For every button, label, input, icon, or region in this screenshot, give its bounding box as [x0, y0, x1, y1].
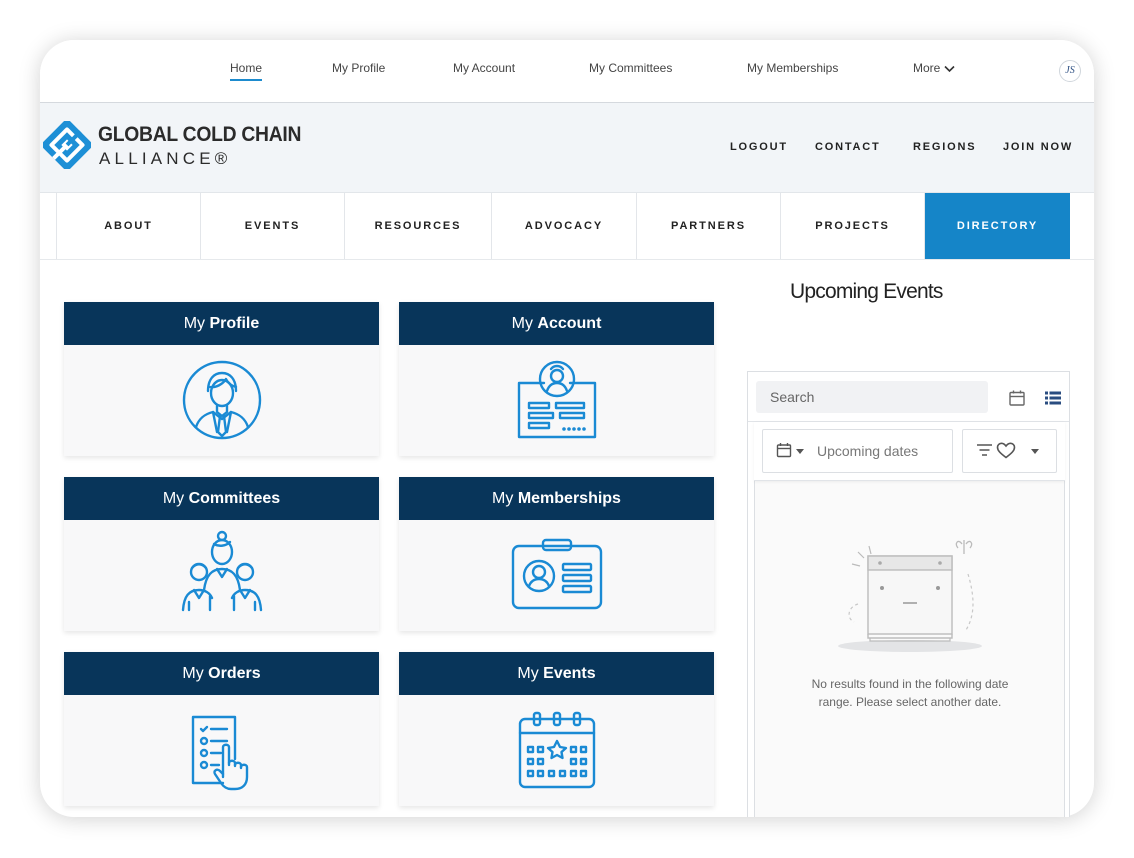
top-nav-my-profile[interactable]: My Profile	[332, 61, 385, 75]
tab-events[interactable]: EVENTS	[201, 193, 345, 259]
upcoming-dates-filter[interactable]: Upcoming dates	[762, 429, 953, 473]
membership-badge-icon	[511, 538, 602, 610]
card-title: Committees	[188, 490, 281, 507]
card-header: My Memberships	[399, 477, 714, 520]
tab-directory[interactable]: DIRECTORY	[925, 193, 1070, 259]
header-link-logout[interactable]: LOGOUT	[730, 141, 788, 153]
card-title: Profile	[209, 315, 260, 332]
events-search[interactable]	[756, 381, 988, 413]
card-prefix: My	[182, 665, 204, 682]
top-nav-more-label: More	[913, 61, 941, 75]
tab-projects[interactable]: PROJECTS	[781, 193, 925, 259]
top-nav: Home My Profile My Account My Committees…	[40, 40, 1094, 103]
filter-icon	[977, 444, 992, 456]
upcoming-dates-label: Upcoming dates	[817, 443, 919, 459]
tab-advocacy[interactable]: ADVOCACY	[492, 193, 637, 259]
header-link-contact[interactable]: CONTACT	[815, 141, 881, 153]
list-view-icon[interactable]	[1045, 391, 1061, 405]
card-title: Events	[543, 665, 596, 682]
committee-group-icon	[181, 530, 262, 612]
site-header: GLOBAL COLD CHAIN ALLIANCE® LOGOUT CONTA…	[40, 103, 1094, 193]
tab-resources[interactable]: RESOURCES	[345, 193, 492, 259]
calendar-view-icon[interactable]	[1008, 389, 1026, 407]
no-results-message: No results found in the following date r…	[811, 677, 1009, 709]
top-nav-my-account[interactable]: My Account	[453, 61, 515, 75]
heart-icon	[996, 442, 1016, 459]
card-header: My Committees	[64, 477, 379, 520]
card-title: Orders	[208, 665, 261, 682]
gcca-logo-icon[interactable]	[43, 121, 91, 169]
card-prefix: My	[162, 490, 185, 507]
card-title: Account	[537, 315, 602, 332]
events-calendar-icon	[518, 711, 595, 789]
card-header: My Events	[399, 652, 714, 695]
caret-down-icon	[1031, 449, 1039, 454]
header-link-regions[interactable]: REGIONS	[913, 141, 976, 153]
profile-person-icon	[182, 360, 261, 440]
nav-divider	[40, 259, 1094, 260]
card-my-committees[interactable]: My Committees	[64, 477, 379, 631]
favorites-filter[interactable]	[962, 429, 1057, 473]
card-prefix: My	[183, 315, 206, 332]
caret-down-icon	[796, 449, 804, 454]
orders-checklist-icon	[191, 715, 248, 791]
card-header: My Account	[399, 302, 714, 345]
upcoming-events-title: Upcoming Events	[790, 280, 943, 303]
empty-calendar-illustration	[838, 540, 982, 652]
events-search-input[interactable]	[756, 381, 970, 413]
brand-name-line1: GLOBAL COLD CHAIN	[98, 123, 302, 146]
top-nav-home[interactable]: Home	[230, 61, 263, 81]
header-link-join-now[interactable]: JOIN NOW	[1003, 141, 1073, 153]
card-prefix: My	[492, 490, 514, 507]
card-my-profile[interactable]: My Profile	[64, 302, 379, 456]
card-my-memberships[interactable]: My Memberships	[399, 477, 714, 631]
card-my-orders[interactable]: My Orders	[64, 652, 379, 806]
top-nav-my-committees[interactable]: My Committees	[589, 61, 672, 75]
card-title: Memberships	[517, 490, 621, 507]
card-prefix: My	[511, 315, 533, 332]
tab-partners[interactable]: PARTNERS	[637, 193, 781, 259]
account-id-card-icon	[517, 360, 596, 439]
brand-name-line2: ALLIANCE®	[99, 149, 232, 168]
chevron-down-icon	[944, 65, 955, 72]
card-my-events[interactable]: My Events	[399, 652, 714, 806]
calendar-icon	[776, 443, 792, 458]
main-nav: ABOUT EVENTS RESOURCES ADVOCACY PARTNERS…	[56, 193, 1070, 259]
top-nav-my-memberships[interactable]: My Memberships	[747, 61, 838, 75]
card-my-account[interactable]: My Account	[399, 302, 714, 456]
card-prefix: My	[517, 665, 539, 682]
top-nav-more[interactable]: More	[913, 61, 955, 75]
card-header: My Profile	[64, 302, 379, 345]
user-avatar[interactable]: JS	[1059, 60, 1081, 82]
tab-about[interactable]: ABOUT	[56, 193, 201, 259]
card-header: My Orders	[64, 652, 379, 695]
